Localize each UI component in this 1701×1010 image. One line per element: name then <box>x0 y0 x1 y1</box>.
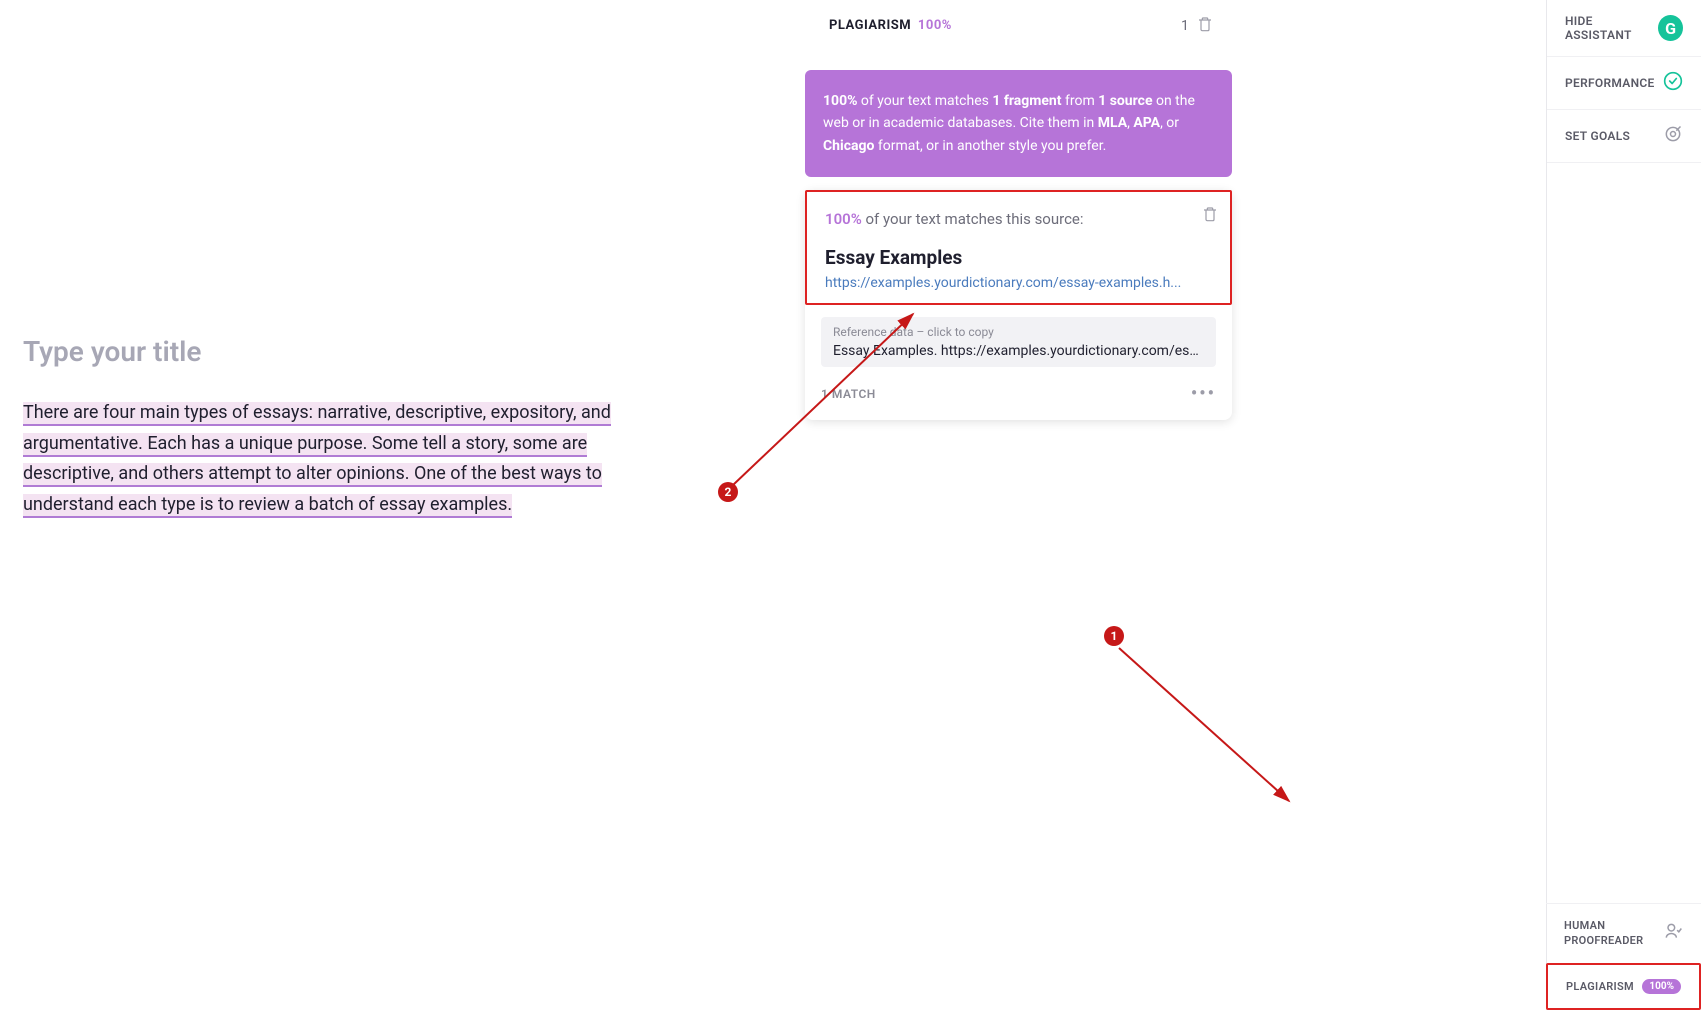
assistant-sidebar: HIDE ASSISTANT G PERFORMANCE SET GOALS <box>1546 0 1701 1010</box>
reference-copy-box[interactable]: Reference data – click to copy Essay Exa… <box>821 317 1216 367</box>
more-icon[interactable]: ••• <box>1191 383 1216 404</box>
set-goals-button[interactable]: SET GOALS <box>1547 110 1701 163</box>
annotation-arrow-1 <box>1104 636 1304 816</box>
sidebar-bottom: HUMAN PROOFREADER PLAGIARISM 100% <box>1546 903 1701 1010</box>
check-icon <box>1663 71 1683 95</box>
editor-area: Type your title There are four main type… <box>23 335 623 520</box>
reference-text: Essay Examples. https://examples.yourdic… <box>833 343 1204 359</box>
hide-assistant-label: HIDE ASSISTANT <box>1565 14 1658 42</box>
plagiarism-summary-banner: 100% of your text matches 1 fragment fro… <box>805 70 1232 177</box>
source-card: 100% of your text matches this source: E… <box>805 190 1232 420</box>
annotation-marker-1: 1 <box>1104 626 1124 646</box>
set-goals-label: SET GOALS <box>1565 129 1630 143</box>
hide-assistant-button[interactable]: HIDE ASSISTANT G <box>1547 0 1701 57</box>
human-proofreader-button[interactable]: HUMAN PROOFREADER <box>1546 903 1701 963</box>
plagiarism-button[interactable]: PLAGIARISM 100% <box>1546 963 1701 1010</box>
source-title: Essay Examples <box>825 246 1212 269</box>
plagiarism-badge: 100% <box>1642 979 1681 994</box>
banner-pct: 100% <box>823 93 857 109</box>
plagiarism-header: PLAGIARISM 100% <box>829 18 952 33</box>
match-count-label: 1 MATCH <box>821 387 876 401</box>
performance-label: PERFORMANCE <box>1565 76 1655 90</box>
person-check-icon <box>1663 921 1683 945</box>
title-input-placeholder[interactable]: Type your title <box>23 335 623 368</box>
issue-count: 1 <box>1181 18 1189 34</box>
plagiarism-highlight[interactable]: There are four main types of essays: nar… <box>23 402 611 518</box>
human-proofreader-label: HUMAN PROOFREADER <box>1564 918 1663 949</box>
document-body[interactable]: There are four main types of essays: nar… <box>23 398 623 520</box>
issue-counter: 1 <box>1181 16 1213 36</box>
performance-button[interactable]: PERFORMANCE <box>1547 57 1701 110</box>
source-card-header[interactable]: 100% of your text matches this source: E… <box>805 190 1232 305</box>
plagiarism-header-pct: 100% <box>918 18 952 33</box>
trash-icon[interactable] <box>1197 16 1213 36</box>
trash-icon[interactable] <box>1202 206 1218 226</box>
reference-label: Reference data – click to copy <box>833 325 1204 339</box>
source-url-link[interactable]: https://examples.yourdictionary.com/essa… <box>825 275 1212 291</box>
annotation-marker-2: 2 <box>718 482 738 502</box>
plagiarism-label: PLAGIARISM <box>1566 979 1634 994</box>
match-footer: 1 MATCH ••• <box>821 383 1216 404</box>
plagiarism-header-label: PLAGIARISM <box>829 18 911 33</box>
grammarly-logo-icon: G <box>1658 15 1683 41</box>
target-icon <box>1663 124 1683 148</box>
source-match-line: 100% of your text matches this source: <box>825 210 1212 228</box>
source-pct: 100% <box>825 210 862 228</box>
